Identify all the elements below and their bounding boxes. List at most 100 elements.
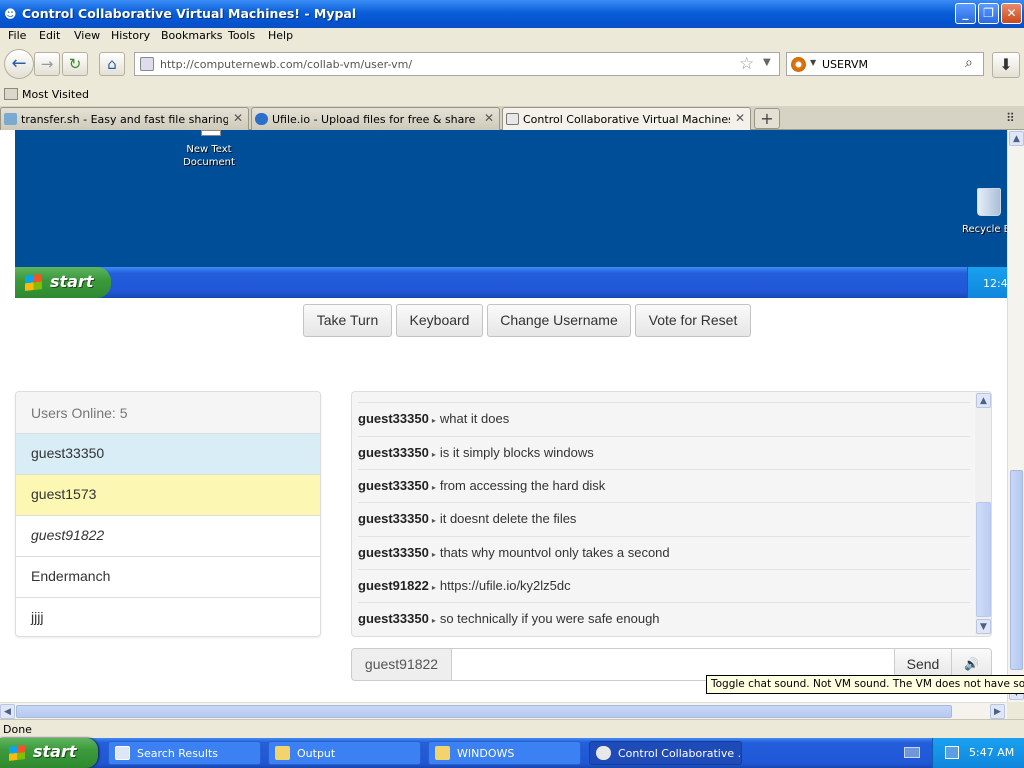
chat-text[interactable]: https://ufile.io/ky2lz5dc [440,578,571,593]
desktop-icon-label[interactable]: New Text Document [175,143,243,169]
navigation-toolbar: ← → ↻ ⌂ http://computernewb.com/collab-v… [0,46,1024,84]
chat-username: guest33350 [358,611,429,626]
page-vertical-thumb[interactable] [1010,470,1023,670]
taskbar-item-browser[interactable]: Control Collaborative ... [589,741,742,765]
menu-edit[interactable]: Edit [39,29,60,42]
keyboard-button[interactable]: Keyboard [396,304,483,337]
chat-username: guest33350 [358,511,429,526]
tab-close-icon[interactable]: ✕ [233,111,243,125]
chat-panel[interactable]: guest33350 ▸ what it does guest33350 ▸ is it… [351,391,992,637]
window-title: Control Collaborative Virtual Machines! … [22,6,357,21]
most-visited-bookmark[interactable]: Most Visited [4,88,89,101]
reload-icon[interactable]: ↻ [62,52,88,76]
keyboard-language-icon[interactable] [904,747,920,758]
scroll-down-icon[interactable]: ▼ [976,619,991,634]
new-tab-button[interactable]: + [754,108,780,129]
close-button[interactable]: ✕ [1001,3,1022,24]
network-icon[interactable] [945,746,959,759]
chat-text: it doesnt delete the files [439,511,577,526]
forward-arrow-icon[interactable]: → [34,52,60,76]
windows-taskbar: start Search Results Output WINDOWS Cont… [0,738,1024,768]
tab-collabvm[interactable]: Control Collaborative Virtual Machines! … [502,107,751,131]
vm-screen[interactable]: New Text Document Recycle B start 12:4 [15,130,1007,298]
chat-message: guest91822 ▸ https://ufile.io/ky2lz5dc [358,569,970,602]
users-online-header: Users Online: 5 [16,392,320,434]
tab-ufile[interactable]: Ufile.io - Upload files for free & share… [251,107,500,130]
chat-message: guest33350 ▸ it doesnt delete the files [358,502,970,535]
menu-file[interactable]: File [8,29,26,42]
scroll-right-icon[interactable]: ▶ [990,704,1005,719]
scroll-left-icon[interactable]: ◀ [0,704,15,719]
vm-start-button[interactable]: start [15,267,111,298]
transfer-favicon-icon [4,113,17,125]
tab-close-icon[interactable]: ✕ [484,111,494,125]
folder-icon [275,746,290,760]
scroll-up-icon[interactable]: ▲ [1009,131,1024,146]
recycle-bin-icon[interactable] [977,188,1001,216]
tab-transfer-sh[interactable]: transfer.sh - Easy and fast file sharing… [0,107,249,130]
ufile-favicon-icon [255,113,268,125]
taskbar-clock: 5:47 AM [969,746,1015,759]
chat-text: thats why mountvol only takes a second [439,545,670,560]
minimize-button[interactable]: _ [955,3,976,24]
user-list-item[interactable]: Endermanch [16,557,320,598]
system-tray: 5:47 AM [932,738,1024,768]
taskbar-item-search-results[interactable]: Search Results [108,741,261,765]
home-icon[interactable]: ⌂ [99,52,125,76]
page-horizontal-thumb[interactable] [16,705,952,718]
menu-tools[interactable]: Tools [228,29,255,42]
url-bar[interactable]: http://computernewb.com/collab-vm/user-v… [134,52,780,76]
vm-taskbar[interactable] [15,267,1007,298]
desktop-icon-label[interactable]: Recycle B [962,224,1007,235]
menu-help[interactable]: Help [268,29,293,42]
chat-username: guest33350 [358,545,429,560]
status-bar: Done [0,719,1024,738]
vote-reset-button[interactable]: Vote for Reset [635,304,751,337]
chat-scroll-thumb[interactable] [976,502,991,617]
menu-history[interactable]: History [111,29,150,42]
bookmark-star-icon[interactable]: ☆ [739,54,754,74]
scroll-up-icon[interactable]: ▲ [976,393,991,408]
change-username-button[interactable]: Change Username [487,304,631,337]
take-turn-button[interactable]: Take Turn [303,304,392,337]
maximize-button[interactable]: ❐ [978,3,999,24]
search-input[interactable]: USERVM [822,58,868,71]
chat-arrow-icon: ▸ [431,616,436,625]
tab-list-icon[interactable]: ⠿ [1006,111,1015,125]
chat-username: guest33350 [358,478,429,493]
user-list-item[interactable]: guest1573 [16,475,320,516]
chat-arrow-icon: ▸ [431,550,436,559]
chat-message: guest33350 ▸ is it simply blocks windows [358,436,970,469]
page-horizontal-scrollbar[interactable]: ◀ ▶ [0,702,1007,719]
taskbar-item-output[interactable]: Output [268,741,421,765]
start-button[interactable]: start [0,738,98,768]
users-panel: Users Online: 5 guest33350 guest1573 gue… [15,391,321,637]
page-vertical-scrollbar[interactable]: ▲ ▼ [1007,130,1024,702]
chat-username-label: guest91822 [351,648,452,681]
engine-dropdown-icon[interactable]: ▼ [810,58,816,67]
search-engine-icon[interactable] [791,57,806,72]
search-bar[interactable]: ▼ USERVM ⌕ [786,52,984,76]
menu-bookmarks[interactable]: Bookmarks [161,29,222,42]
chat-message: guest33350 ▸ from accessing the hard disk [358,469,970,502]
bookmarks-toolbar: Most Visited [0,84,1024,106]
url-dropdown-icon[interactable]: ▼ [763,57,771,68]
download-icon[interactable]: ⬇ [992,52,1020,78]
chat-username: guest33350 [358,411,429,426]
tab-close-icon[interactable]: ✕ [735,111,745,125]
chat-scrollbar[interactable]: ▲ ▼ [975,392,991,636]
user-list-item[interactable]: guest91822 [16,516,320,557]
windows-logo-icon [25,274,42,291]
user-list-item[interactable]: jjjj [16,598,320,636]
taskbar-item-windows[interactable]: WINDOWS [428,741,581,765]
user-list-item[interactable]: guest33350 [16,434,320,475]
site-identity-icon[interactable] [140,57,154,71]
text-document-icon[interactable] [201,130,221,136]
search-icon[interactable]: ⌕ [965,55,973,71]
mypal-app-icon: ☻ [4,7,17,21]
back-arrow-icon[interactable]: ← [4,49,34,79]
menu-view[interactable]: View [74,29,100,42]
sound-tooltip: Toggle chat sound. Not VM sound. The VM … [706,675,1024,694]
window-title-bar[interactable]: ☻ Control Collaborative Virtual Machines… [0,0,1024,28]
chat-text: from accessing the hard disk [439,478,606,493]
